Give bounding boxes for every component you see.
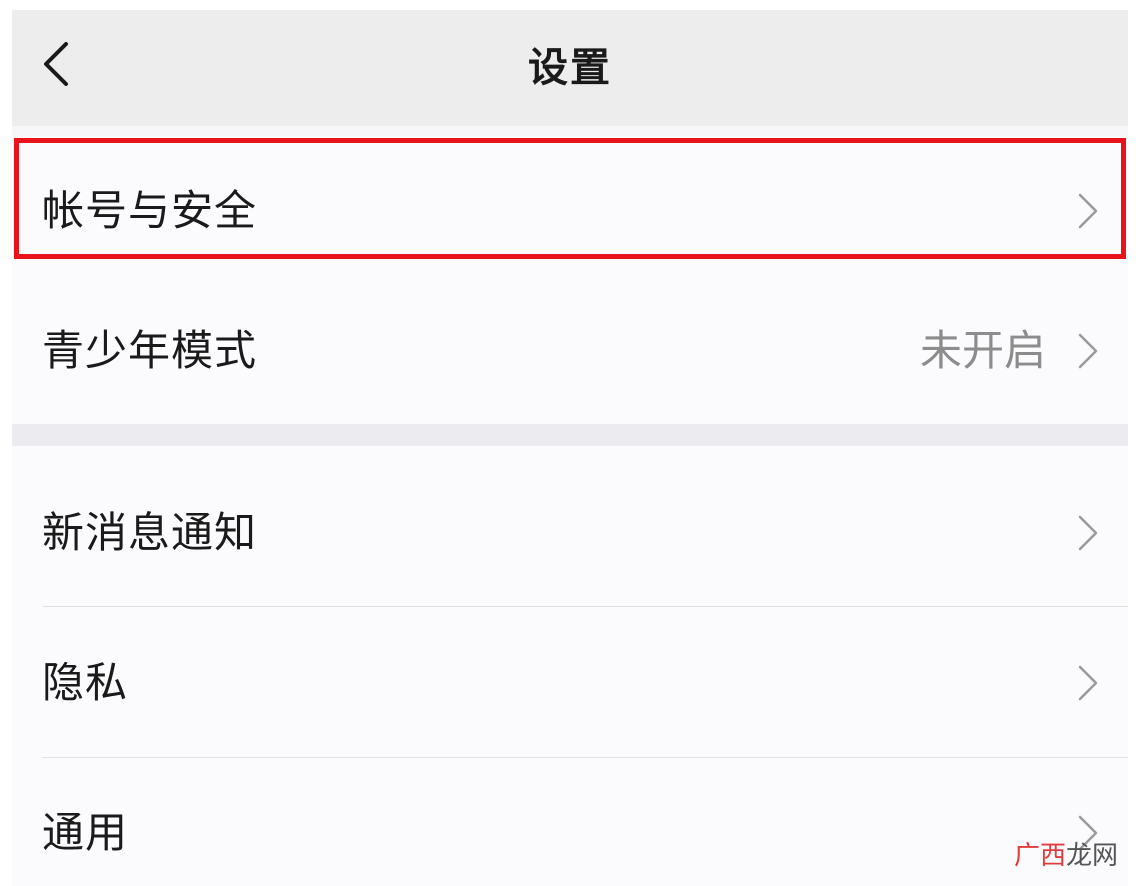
row-label: 帐号与安全	[42, 186, 258, 235]
nav-bar: 设置	[12, 10, 1128, 126]
chevron-right-icon	[1076, 331, 1100, 371]
back-button[interactable]	[36, 38, 80, 90]
settings-row-privacy[interactable]: 隐私	[12, 608, 1128, 758]
chevron-right-icon	[1076, 663, 1100, 703]
settings-group-account: 帐号与安全 青少年模式 未开启	[12, 136, 1128, 424]
phone-area: 设置 帐号与安全 青少年模式 未开启 新消息通知 隐私 通用	[12, 10, 1128, 886]
row-label: 通用	[42, 808, 129, 857]
row-divider	[42, 606, 1128, 607]
settings-row-teen-mode[interactable]: 青少年模式 未开启	[12, 276, 1128, 426]
chevron-left-icon	[36, 38, 80, 90]
settings-group-general: 新消息通知 隐私 通用	[12, 446, 1128, 886]
chevron-right-icon	[1076, 191, 1100, 231]
group-separator	[12, 424, 1128, 446]
chevron-right-icon	[1076, 513, 1100, 553]
row-label: 青少年模式	[42, 326, 258, 375]
watermark-text-b: 龙网	[1065, 841, 1118, 871]
watermark: 广西龙网	[1014, 835, 1118, 872]
watermark-text-a: 广西	[1013, 841, 1066, 871]
settings-row-notifications[interactable]: 新消息通知	[12, 458, 1128, 608]
row-label: 新消息通知	[42, 508, 258, 557]
settings-screen: 设置 帐号与安全 青少年模式 未开启 新消息通知 隐私 通用 广西龙网	[0, 0, 1148, 886]
page-title: 设置	[528, 45, 612, 91]
row-value: 未开启	[919, 326, 1046, 375]
settings-row-account-security[interactable]: 帐号与安全	[12, 136, 1128, 286]
settings-row-general[interactable]: 通用	[12, 758, 1128, 886]
row-label: 隐私	[42, 658, 129, 707]
